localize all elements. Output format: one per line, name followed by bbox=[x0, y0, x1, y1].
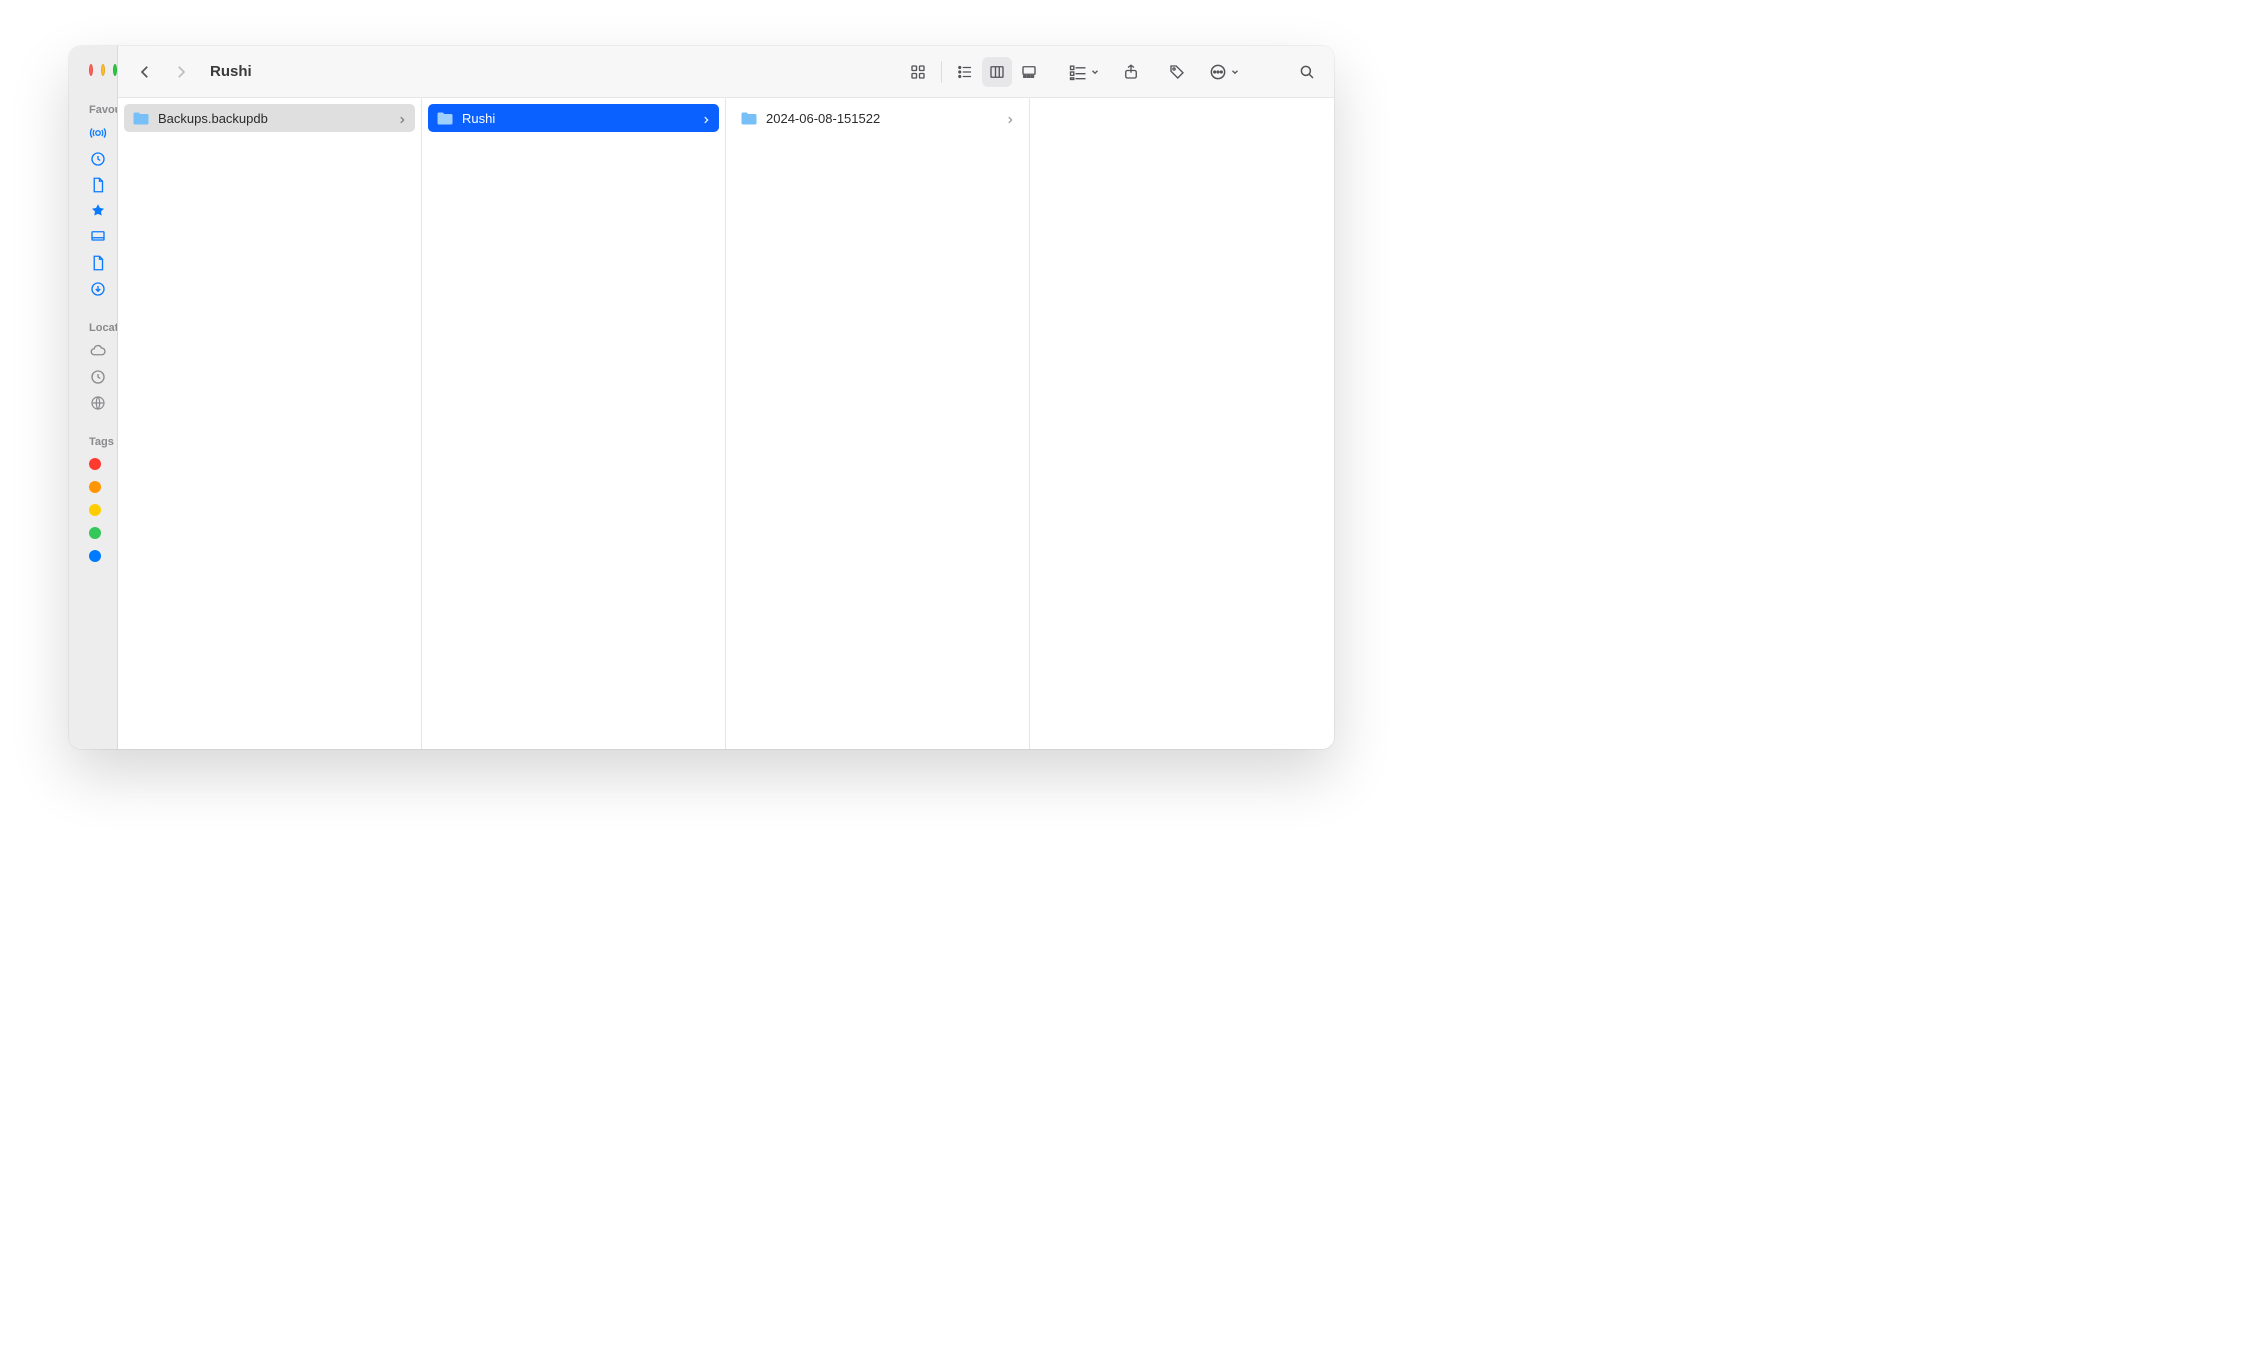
tag-dot-icon bbox=[89, 504, 101, 516]
column-2[interactable]: 2024-06-08-151522 bbox=[726, 98, 1030, 749]
sidebar-item-icloud[interactable]: iCloud Dri… bbox=[69, 338, 117, 364]
window-title: Rushi bbox=[210, 63, 252, 80]
sidebar-item-applications[interactable]: Applicati… bbox=[69, 198, 117, 224]
sidebar-item-unknown[interactable]: ? bbox=[69, 172, 117, 198]
group-by-button[interactable] bbox=[1068, 62, 1100, 82]
item-label: Backups.backupdb bbox=[158, 111, 389, 126]
airdrop-icon bbox=[89, 124, 107, 142]
folder-icon bbox=[132, 111, 150, 125]
folder-icon bbox=[740, 111, 758, 125]
search-button[interactable] bbox=[1292, 57, 1322, 87]
view-switcher bbox=[903, 57, 1044, 87]
back-button[interactable] bbox=[130, 57, 160, 87]
timemachine-icon bbox=[89, 368, 107, 386]
forward-button[interactable] bbox=[166, 57, 196, 87]
sidebar-item-network[interactable]: Network bbox=[69, 390, 117, 416]
action-menu-button[interactable] bbox=[1208, 62, 1240, 82]
document-icon bbox=[89, 254, 107, 272]
sidebar-tag-yellow[interactable]: Yellow bbox=[69, 498, 117, 521]
tag-dot-icon bbox=[89, 527, 101, 539]
sidebar-section-favourites: Favourites bbox=[69, 98, 117, 120]
tag-dot-icon bbox=[89, 550, 101, 562]
chevron-right-icon bbox=[397, 113, 407, 123]
column-view-button[interactable] bbox=[982, 57, 1012, 87]
toolbar: Rushi bbox=[118, 46, 1334, 98]
sidebar-item-recents[interactable]: Recents bbox=[69, 146, 117, 172]
zoom-window-button[interactable] bbox=[113, 64, 117, 76]
toolbar-actions bbox=[1068, 57, 1240, 87]
finder-window: Favourites AirDrop Recents ? bbox=[69, 46, 1334, 749]
sidebar-section-locations: Locations bbox=[69, 316, 117, 338]
item-label: Rushi bbox=[462, 111, 693, 126]
desktop-icon bbox=[89, 228, 107, 246]
folder-icon bbox=[436, 111, 454, 125]
tags-button[interactable] bbox=[1162, 57, 1192, 87]
sidebar-tag-red[interactable]: Red bbox=[69, 452, 117, 475]
tag-dot-icon bbox=[89, 458, 101, 470]
minimize-window-button[interactable] bbox=[101, 64, 105, 76]
sidebar-tag-blue[interactable]: Blue bbox=[69, 544, 117, 567]
sidebar: Favourites AirDrop Recents ? bbox=[69, 46, 118, 749]
column-1[interactable]: Rushi bbox=[422, 98, 726, 749]
close-window-button[interactable] bbox=[89, 64, 93, 76]
applications-icon bbox=[89, 202, 107, 220]
sidebar-item-external-drive[interactable]: Lexar… bbox=[69, 364, 117, 390]
icon-view-button[interactable] bbox=[903, 57, 933, 87]
document-icon bbox=[89, 176, 107, 194]
tag-dot-icon bbox=[89, 481, 101, 493]
chevron-right-icon bbox=[701, 113, 711, 123]
sidebar-item-airdrop[interactable]: AirDrop bbox=[69, 120, 117, 146]
sidebar-item-desktop[interactable]: Desktop bbox=[69, 224, 117, 250]
item-label: 2024-06-08-151522 bbox=[766, 111, 997, 126]
folder-item-backups[interactable]: Backups.backupdb bbox=[124, 104, 415, 132]
share-button[interactable] bbox=[1116, 57, 1146, 87]
column-browser: Backups.backupdb Rushi bbox=[118, 98, 1334, 749]
list-view-button[interactable] bbox=[950, 57, 980, 87]
column-0[interactable]: Backups.backupdb bbox=[118, 98, 422, 749]
column-preview bbox=[1030, 98, 1334, 749]
downloads-icon bbox=[89, 280, 107, 298]
chevron-right-icon bbox=[1005, 113, 1015, 123]
sidebar-tag-green[interactable]: Green bbox=[69, 521, 117, 544]
sidebar-item-documents[interactable]: Documents bbox=[69, 250, 117, 276]
sidebar-item-downloads[interactable]: Downloads bbox=[69, 276, 117, 302]
sidebar-tag-orange[interactable]: Orange bbox=[69, 475, 117, 498]
clock-icon bbox=[89, 150, 107, 168]
globe-icon bbox=[89, 394, 107, 412]
main-area: Rushi bbox=[118, 46, 1334, 749]
folder-item-rushi[interactable]: Rushi bbox=[428, 104, 719, 132]
window-controls bbox=[69, 64, 117, 98]
gallery-view-button[interactable] bbox=[1014, 57, 1044, 87]
folder-item-timestamp[interactable]: 2024-06-08-151522 bbox=[732, 104, 1023, 132]
sidebar-section-tags: Tags bbox=[69, 430, 117, 452]
cloud-icon bbox=[89, 342, 107, 360]
